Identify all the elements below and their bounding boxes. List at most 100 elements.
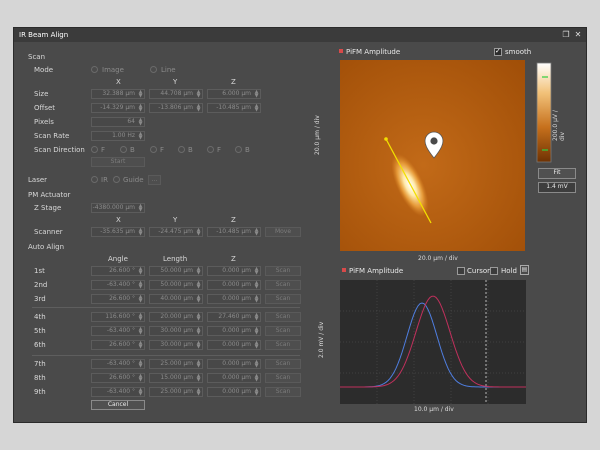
smooth-checkbox[interactable]: ✓ <box>494 47 502 56</box>
spinner-icon[interactable]: ▲ ▼ <box>254 90 259 99</box>
spinner-icon[interactable]: ▲ ▼ <box>254 104 259 113</box>
angle-field[interactable]: -63.400 ° ▲ ▼ <box>91 359 145 369</box>
spinner-icon[interactable]: ▲ ▼ <box>196 267 201 276</box>
spinner-icon[interactable]: ▲ ▼ <box>138 295 143 304</box>
laser-more-button[interactable]: ... <box>148 175 161 185</box>
spinner-icon[interactable]: ▲ ▼ <box>138 313 143 322</box>
scan-button[interactable]: Scan <box>265 387 301 397</box>
spinner-icon[interactable]: ▲ ▼ <box>138 118 143 127</box>
angle-field[interactable]: 26.600 ° ▲ ▼ <box>91 340 145 350</box>
hold-checkbox[interactable] <box>490 267 498 275</box>
z-field[interactable]: 0.000 µm ▲ ▼ <box>207 266 261 276</box>
spinner-icon[interactable]: ▲ ▼ <box>196 374 201 383</box>
spinner-icon[interactable]: ▲ ▼ <box>254 341 259 350</box>
scan-button[interactable]: Scan <box>265 326 301 336</box>
spinner-icon[interactable]: ▲ ▼ <box>196 388 201 397</box>
spinner-icon[interactable]: ▲ ▼ <box>196 228 201 237</box>
laser-ir-radio[interactable] <box>91 176 98 183</box>
spinner-icon[interactable]: ▲ ▼ <box>254 374 259 383</box>
spinner-icon[interactable]: ▲ ▼ <box>138 281 143 290</box>
spinner-icon[interactable]: ▲ ▼ <box>196 327 201 336</box>
spinner-icon[interactable]: ▲ ▼ <box>138 204 143 213</box>
z-field[interactable]: 0.000 µm ▲ ▼ <box>207 326 261 336</box>
angle-field[interactable]: 26.600 ° ▲ ▼ <box>91 294 145 304</box>
scan-line-start-handle[interactable] <box>384 137 388 141</box>
spinner-icon[interactable]: ▲ ▼ <box>138 341 143 350</box>
z-field[interactable]: 0.000 µm ▲ ▼ <box>207 387 261 397</box>
line-profile-plot[interactable] <box>340 280 526 404</box>
angle-field[interactable]: 116.600 ° ▲ ▼ <box>91 312 145 322</box>
length-field[interactable]: 15.000 µm ▲ ▼ <box>149 373 203 383</box>
direction-z-forward-radio[interactable] <box>207 146 214 153</box>
direction-y-forward-radio[interactable] <box>150 146 157 153</box>
size-z-field[interactable]: 6.000 µm ▲ ▼ <box>207 89 261 99</box>
spinner-icon[interactable]: ▲ ▼ <box>254 327 259 336</box>
direction-x-forward-radio[interactable] <box>91 146 98 153</box>
scan-button[interactable]: Scan <box>265 312 301 322</box>
cancel-button[interactable]: Cancel <box>91 400 145 410</box>
z-field[interactable]: 0.000 µm ▲ ▼ <box>207 294 261 304</box>
spinner-icon[interactable]: ▲ ▼ <box>138 228 143 237</box>
direction-y-backward-radio[interactable] <box>178 146 185 153</box>
direction-z-backward-radio[interactable] <box>235 146 242 153</box>
scan-button[interactable]: Scan <box>265 359 301 369</box>
scanner-x-field[interactable]: -35.635 µm ▲ ▼ <box>91 227 145 237</box>
scan-button[interactable]: Scan <box>265 294 301 304</box>
spinner-icon[interactable]: ▲ ▼ <box>254 295 259 304</box>
spinner-icon[interactable]: ▲ ▼ <box>196 313 201 322</box>
size-y-field[interactable]: 44.708 µm ▲ ▼ <box>149 89 203 99</box>
spinner-icon[interactable]: ▲ ▼ <box>196 281 201 290</box>
laser-guide-radio[interactable] <box>113 176 120 183</box>
length-field[interactable]: 25.000 µm ▲ ▼ <box>149 387 203 397</box>
spinner-icon[interactable]: ▲ ▼ <box>138 104 143 113</box>
move-button[interactable]: Move <box>265 227 301 237</box>
spinner-icon[interactable]: ▲ ▼ <box>254 281 259 290</box>
start-button[interactable]: Start <box>91 157 145 167</box>
spinner-icon[interactable]: ▲ ▼ <box>254 388 259 397</box>
spinner-icon[interactable]: ▲ ▼ <box>138 388 143 397</box>
spinner-icon[interactable]: ▲ ▼ <box>138 90 143 99</box>
mode-line-radio[interactable] <box>150 66 157 73</box>
z-field[interactable]: 0.000 µm ▲ ▼ <box>207 373 261 383</box>
spinner-icon[interactable]: ▲ ▼ <box>196 360 201 369</box>
length-field[interactable]: 30.000 µm ▲ ▼ <box>149 326 203 336</box>
angle-field[interactable]: -63.400 ° ▲ ▼ <box>91 326 145 336</box>
close-icon[interactable]: ✕ <box>572 28 584 42</box>
pifm-amplitude-image[interactable] <box>340 60 525 251</box>
offset-y-field[interactable]: -13.806 µm ▲ ▼ <box>149 103 203 113</box>
spinner-icon[interactable]: ▲ ▼ <box>196 104 201 113</box>
direction-x-backward-radio[interactable] <box>120 146 127 153</box>
fit-button[interactable]: Fit <box>538 168 576 179</box>
z-field[interactable]: 0.000 µm ▲ ▼ <box>207 340 261 350</box>
z-stage-field[interactable]: -4380.000 µm ▲ ▼ <box>91 203 145 213</box>
pixels-field[interactable]: 64 ▲ ▼ <box>91 117 145 127</box>
scan-button[interactable]: Scan <box>265 280 301 290</box>
scanner-z-field[interactable]: -10.485 µm ▲ ▼ <box>207 227 261 237</box>
offset-z-field[interactable]: -10.485 µm ▲ ▼ <box>207 103 261 113</box>
spinner-icon[interactable]: ▲ ▼ <box>254 267 259 276</box>
mode-image-radio[interactable] <box>91 66 98 73</box>
angle-field[interactable]: 26.600 ° ▲ ▼ <box>91 373 145 383</box>
save-icon[interactable]: ▤ <box>520 265 529 275</box>
restore-icon[interactable]: ❐ <box>560 28 572 42</box>
length-field[interactable]: 40.000 µm ▲ ▼ <box>149 294 203 304</box>
length-field[interactable]: 30.000 µm ▲ ▼ <box>149 340 203 350</box>
z-field[interactable]: 0.000 µm ▲ ▼ <box>207 280 261 290</box>
spinner-icon[interactable]: ▲ ▼ <box>196 90 201 99</box>
spinner-icon[interactable]: ▲ ▼ <box>138 132 143 141</box>
cursor-checkbox[interactable] <box>457 267 465 275</box>
spinner-icon[interactable]: ▲ ▼ <box>196 341 201 350</box>
length-field[interactable]: 50.000 µm ▲ ▼ <box>149 280 203 290</box>
length-field[interactable]: 50.000 µm ▲ ▼ <box>149 266 203 276</box>
spinner-icon[interactable]: ▲ ▼ <box>254 228 259 237</box>
size-x-field[interactable]: 32.388 µm ▲ ▼ <box>91 89 145 99</box>
length-field[interactable]: 25.000 µm ▲ ▼ <box>149 359 203 369</box>
z-field[interactable]: 0.000 µm ▲ ▼ <box>207 359 261 369</box>
scan-button[interactable]: Scan <box>265 373 301 383</box>
length-field[interactable]: 20.000 µm ▲ ▼ <box>149 312 203 322</box>
angle-field[interactable]: -63.400 ° ▲ ▼ <box>91 387 145 397</box>
scanner-y-field[interactable]: -24.475 µm ▲ ▼ <box>149 227 203 237</box>
spinner-icon[interactable]: ▲ ▼ <box>138 360 143 369</box>
spinner-icon[interactable]: ▲ ▼ <box>196 295 201 304</box>
offset-x-field[interactable]: -14.329 µm ▲ ▼ <box>91 103 145 113</box>
